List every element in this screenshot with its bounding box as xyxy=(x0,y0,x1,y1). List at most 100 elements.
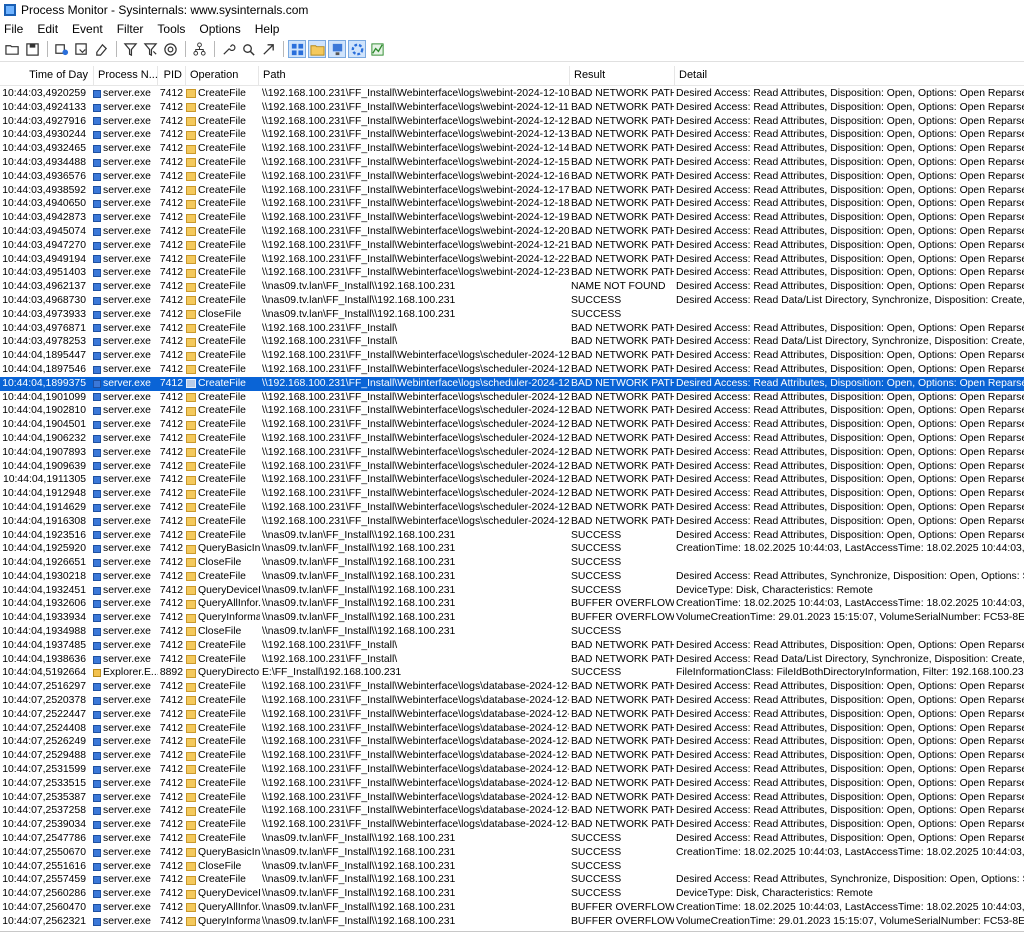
table-row[interactable]: 10:44:07,2560286 server.exe 7412 QueryDevic… xyxy=(0,887,1024,901)
table-row[interactable]: 10:44:03,4945074 server.exe 7412 CreateFile… xyxy=(0,225,1024,239)
table-row[interactable]: 10:44:04,1932606 server.exe 7412 QueryAllIn… xyxy=(0,597,1024,611)
table-row[interactable]: 10:44:04,1914629 server.exe 7412 CreateFile… xyxy=(0,501,1024,515)
filter-icon[interactable] xyxy=(121,40,139,58)
table-row[interactable]: 10:44:04,1930218 server.exe 7412 CreateFile… xyxy=(0,570,1024,584)
table-row[interactable]: 10:44:04,1895447 server.exe 7412 CreateFile… xyxy=(0,349,1024,363)
table-row[interactable]: 10:44:04,1901099 server.exe 7412 CreateFile… xyxy=(0,391,1024,405)
table-row[interactable]: 10:44:07,2550670 server.exe 7412 QueryBasic… xyxy=(0,846,1024,860)
cell-result: BAD NETWORK PATH xyxy=(571,129,674,141)
table-row[interactable]: 10:44:07,2539034 server.exe 7412 CreateFile… xyxy=(0,818,1024,832)
header-process-name[interactable]: Process N... xyxy=(94,66,158,85)
table-row[interactable]: 10:44:03,4920259 server.exe 7412 CreateFile… xyxy=(0,87,1024,101)
file-operation-icon xyxy=(186,158,196,168)
table-row[interactable]: 10:44:04,1911305 server.exe 7412 CreateFile… xyxy=(0,473,1024,487)
table-row[interactable]: 10:44:03,4978253 server.exe 7412 CreateFile… xyxy=(0,335,1024,349)
header-detail[interactable]: Detail xyxy=(675,66,1024,85)
table-row[interactable]: 10:44:03,4927916 server.exe 7412 CreateFile… xyxy=(0,115,1024,129)
table-row[interactable]: 10:44:07,2557459 server.exe 7412 CreateFile… xyxy=(0,873,1024,887)
table-row[interactable]: 10:44:04,1938636 server.exe 7412 CreateFile… xyxy=(0,653,1024,667)
table-row[interactable]: 10:44:03,4962137 server.exe 7412 CreateFile… xyxy=(0,280,1024,294)
table-row[interactable]: 10:44:04,1937485 server.exe 7412 CreateFile… xyxy=(0,639,1024,653)
table-row[interactable]: 10:44:04,1932451 server.exe 7412 QueryDevic… xyxy=(0,584,1024,598)
table-row[interactable]: 10:44:04,1933934 server.exe 7412 QueryInfor… xyxy=(0,611,1024,625)
table-row[interactable]: 10:44:04,1904501 server.exe 7412 CreateFile… xyxy=(0,418,1024,432)
table-row[interactable]: 10:44:03,4951403 server.exe 7412 CreateFile… xyxy=(0,266,1024,280)
capture-icon[interactable] xyxy=(52,40,70,58)
table-row[interactable]: 10:44:04,1925920 server.exe 7412 QueryBasic… xyxy=(0,542,1024,556)
registry-activity-icon[interactable] xyxy=(288,40,306,58)
table-row[interactable]: 10:44:07,2560470 server.exe 7412 QueryAllIn… xyxy=(0,901,1024,915)
table-row[interactable]: 10:44:04,5192664 Explorer.E... 8892 QueryDi… xyxy=(0,666,1024,680)
table-row[interactable]: 10:44:07,2533515 server.exe 7412 CreateFile… xyxy=(0,777,1024,791)
table-row[interactable]: 10:44:04,1926651 server.exe 7412 CloseFile \… xyxy=(0,556,1024,570)
menu-edit[interactable]: Edit xyxy=(37,22,58,36)
table-row[interactable]: 10:44:04,1912948 server.exe 7412 CreateFile… xyxy=(0,487,1024,501)
header-operation[interactable]: Operation xyxy=(186,66,259,85)
table-row[interactable]: 10:44:07,2531599 server.exe 7412 CreateFile… xyxy=(0,763,1024,777)
table-row[interactable]: 10:44:07,2529488 server.exe 7412 CreateFile… xyxy=(0,749,1024,763)
table-row[interactable]: 10:44:07,2535387 server.exe 7412 CreateFile… xyxy=(0,791,1024,805)
table-row[interactable]: 10:44:07,2522447 server.exe 7412 CreateFile… xyxy=(0,708,1024,722)
table-row[interactable]: 10:44:03,4949194 server.exe 7412 CreateFile… xyxy=(0,253,1024,267)
table-row[interactable]: 10:44:07,2537258 server.exe 7412 CreateFile… xyxy=(0,804,1024,818)
table-row[interactable]: 10:44:04,1934988 server.exe 7412 CloseFile \… xyxy=(0,625,1024,639)
table-row[interactable]: 10:44:03,4938592 server.exe 7412 CreateFile… xyxy=(0,184,1024,198)
menu-options[interactable]: Options xyxy=(199,22,240,36)
table-row[interactable]: 10:44:04,1902810 server.exe 7412 CreateFile… xyxy=(0,404,1024,418)
cell-time: 10:44:04,1907893 xyxy=(2,446,86,458)
find-icon[interactable] xyxy=(239,40,257,58)
profiling-activity-icon[interactable] xyxy=(368,40,386,58)
cell-result: BAD NETWORK PATH xyxy=(571,156,674,168)
table-row[interactable]: 10:44:03,4930244 server.exe 7412 CreateFile… xyxy=(0,128,1024,142)
table-row[interactable]: 10:44:03,4934488 server.exe 7412 CreateFile… xyxy=(0,156,1024,170)
table-row[interactable]: 10:44:07,2551616 server.exe 7412 CloseFile \… xyxy=(0,860,1024,874)
table-row[interactable]: 10:44:03,4968730 server.exe 7412 CreateFile… xyxy=(0,294,1024,308)
table-row[interactable]: 10:44:03,4947270 server.exe 7412 CreateFile… xyxy=(0,239,1024,253)
header-time-of-day[interactable]: Time of Day xyxy=(0,66,94,85)
table-row[interactable]: 10:44:03,4973933 server.exe 7412 CloseFile \… xyxy=(0,308,1024,322)
table-row[interactable]: 10:44:04,1897546 server.exe 7412 CreateFile… xyxy=(0,363,1024,377)
open-icon[interactable] xyxy=(3,40,21,58)
table-row[interactable]: 10:44:07,2524408 server.exe 7412 CreateFile… xyxy=(0,722,1024,736)
cell-pid: 7412 xyxy=(159,156,183,168)
highlight-icon[interactable] xyxy=(141,40,159,58)
menu-event[interactable]: Event xyxy=(72,22,103,36)
table-row[interactable]: 10:44:04,1923516 server.exe 7412 CreateFile… xyxy=(0,529,1024,543)
menu-file[interactable]: File xyxy=(4,22,23,36)
target-icon[interactable] xyxy=(161,40,179,58)
file-activity-icon[interactable] xyxy=(308,40,326,58)
table-row[interactable]: 10:44:03,4976871 server.exe 7412 CreateFile… xyxy=(0,322,1024,336)
table-row[interactable]: 10:44:07,2526249 server.exe 7412 CreateFile… xyxy=(0,735,1024,749)
properties-icon[interactable] xyxy=(219,40,237,58)
table-row[interactable]: 10:44:03,4942873 server.exe 7412 CreateFile… xyxy=(0,211,1024,225)
cell-time: 10:44:03,4962137 xyxy=(2,281,86,293)
table-row[interactable]: 10:44:07,2516297 server.exe 7412 CreateFile… xyxy=(0,680,1024,694)
table-row[interactable]: 10:44:04,1899375 server.exe 7412 CreateFile… xyxy=(0,376,1024,391)
table-row[interactable]: 10:44:03,4924133 server.exe 7412 CreateFile… xyxy=(0,101,1024,115)
process-tree-icon[interactable] xyxy=(190,40,208,58)
header-result[interactable]: Result xyxy=(570,66,675,85)
cell-detail: CreationTime: 18.02.2025 10:44:03, LastA… xyxy=(676,902,1024,914)
table-row[interactable]: 10:44:04,1906232 server.exe 7412 CreateFile… xyxy=(0,432,1024,446)
table-row[interactable]: 10:44:04,1907893 server.exe 7412 CreateFile… xyxy=(0,446,1024,460)
clear-icon[interactable] xyxy=(92,40,110,58)
table-row[interactable]: 10:44:04,1916308 server.exe 7412 CreateFile… xyxy=(0,515,1024,529)
menu-help[interactable]: Help xyxy=(255,22,280,36)
menu-tools[interactable]: Tools xyxy=(157,22,185,36)
save-icon[interactable] xyxy=(23,40,41,58)
table-row[interactable]: 10:44:03,4932465 server.exe 7412 CreateFile… xyxy=(0,142,1024,156)
menu-filter[interactable]: Filter xyxy=(117,22,144,36)
table-row[interactable]: 10:44:07,2562321 server.exe 7412 QueryInfor… xyxy=(0,915,1024,929)
header-pid[interactable]: PID xyxy=(158,66,186,85)
table-row[interactable]: 10:44:03,4940650 server.exe 7412 CreateFile… xyxy=(0,197,1024,211)
operation-name: CreateFile xyxy=(198,391,246,403)
table-row[interactable]: 10:44:07,2520378 server.exe 7412 CreateFile… xyxy=(0,694,1024,708)
network-activity-icon[interactable] xyxy=(328,40,346,58)
header-path[interactable]: Path xyxy=(259,66,570,85)
process-activity-icon[interactable] xyxy=(348,40,366,58)
table-row[interactable]: 10:44:07,2547786 server.exe 7412 CreateFile… xyxy=(0,832,1024,846)
table-row[interactable]: 10:44:04,1909639 server.exe 7412 CreateFile… xyxy=(0,460,1024,474)
table-row[interactable]: 10:44:03,4936576 server.exe 7412 CreateFile… xyxy=(0,170,1024,184)
autoscroll-icon[interactable] xyxy=(72,40,90,58)
jump-icon[interactable] xyxy=(259,40,277,58)
